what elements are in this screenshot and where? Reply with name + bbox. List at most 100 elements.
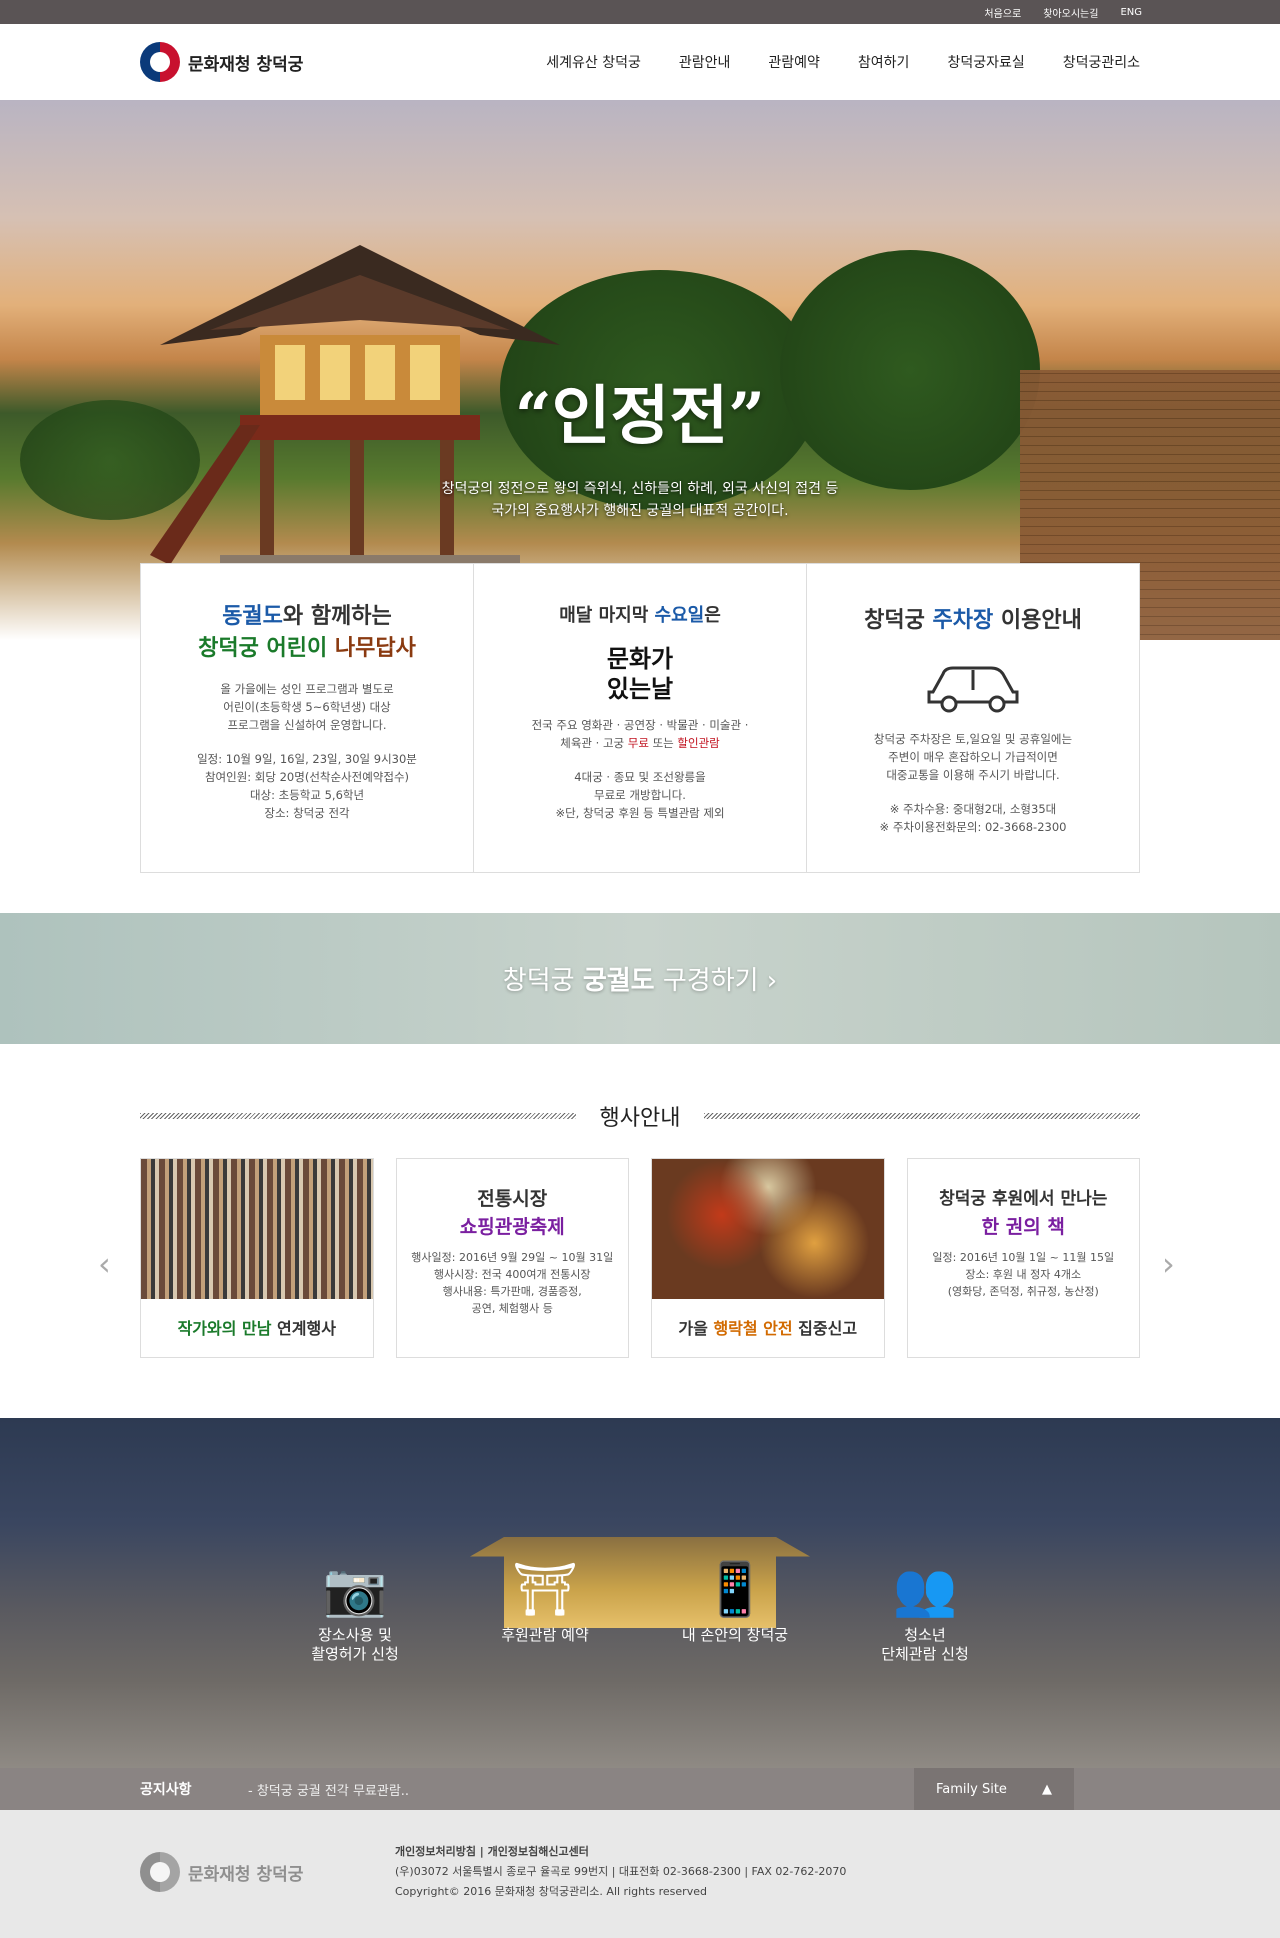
nav-archive[interactable]: 창덕궁자료실 — [947, 52, 1024, 72]
card-title: 매달 마지막 수요일은 — [474, 600, 806, 632]
event-text: 일정: 2016년 10월 1일 ~ 11월 15일장소: 후원 내 정자 4개… — [908, 1249, 1140, 1300]
kids-tour-card[interactable]: 동궐도와 함께하는 창덕궁 어린이 나무답사 올 가을에는 성인 프로그램과 별… — [141, 564, 474, 872]
event-text-line: 일정: 2016년 10월 1일 ~ 11월 15일 — [932, 1251, 1115, 1264]
info-cards: 동궐도와 함께하는 창덕궁 어린이 나무답사 올 가을에는 성인 프로그램과 별… — [140, 563, 1140, 873]
event-text-line: 공연, 체험행사 등 — [471, 1302, 553, 1315]
events-heading: 행사안내 — [140, 1100, 1140, 1132]
card-text: 전국 주요 영화관 · 공연장 · 박물관 · 미술관 · — [531, 718, 749, 732]
card-title-text: 이용안내 — [993, 607, 1082, 633]
event-text: 행사일정: 2016년 9월 29일 ~ 10월 31일행사시장: 전국 400… — [397, 1249, 629, 1317]
quick-label: 내 손안의 창덕궁 — [681, 1626, 789, 1644]
books-image — [141, 1159, 373, 1299]
family-site-select[interactable]: Family Site ▲ — [914, 1768, 1074, 1810]
card-text: 올 가을에는 성인 프로그램과 별도로 — [220, 682, 394, 696]
home-link[interactable]: 처음으로 — [984, 5, 1021, 20]
hero-desc-line1: 창덕궁의 정전으로 왕의 즉위식, 신하들의 하례, 외국 사신의 접견 등 — [441, 481, 839, 497]
card-text-part: 체육관 · 고궁 — [560, 736, 628, 750]
footer-logo: 문화재청 창덕궁 — [140, 1852, 303, 1892]
card-text: 창덕궁 주차장은 토,일요일 및 공휴일에는 — [873, 732, 1073, 746]
site-footer: 문화재청 창덕궁 개인정보처리방침 | 개인정보침해신고센터 (우)03072 … — [0, 1810, 1280, 1938]
hero-description: 창덕궁의 정전으로 왕의 즉위식, 신하들의 하례, 외국 사신의 접견 등 국… — [0, 478, 1280, 522]
events-title: 행사안내 — [599, 1106, 681, 1131]
nav-office[interactable]: 창덕궁관리소 — [1063, 52, 1140, 72]
palace-icon: ⛩ — [511, 1560, 578, 1620]
event-title: 창덕궁 후원에서 만나는 — [939, 1189, 1108, 1209]
quick-group-visit[interactable]: 👥 청소년 단체관람 신청 — [860, 1560, 990, 1664]
event-text-line: 장소: 후원 내 정자 4개소 — [965, 1268, 1082, 1281]
quick-label: 청소년 — [904, 1626, 946, 1644]
parking-card[interactable]: 창덕궁 주차장 이용안내 창덕궁 주차장은 토,일요일 및 공휴일에는 주변이 … — [807, 564, 1139, 872]
event-card[interactable]: 작가와의 만남 연계행사 — [140, 1158, 374, 1358]
banner-text-bold: 궁궐도 — [582, 966, 655, 996]
event-card[interactable]: 창덕궁 후원에서 만나는 한 권의 책 일정: 2016년 10월 1일 ~ 1… — [906, 1158, 1140, 1358]
next-arrow-icon[interactable]: › — [1162, 1245, 1175, 1283]
quick-photo-permit[interactable]: 📷 장소사용 및 촬영허가 신청 — [290, 1560, 420, 1664]
prev-arrow-icon[interactable]: ‹ — [98, 1245, 111, 1283]
taegeuk-logo-icon — [140, 1852, 180, 1892]
site-logo[interactable]: 문화재청 창덕궁 — [140, 42, 303, 82]
english-link[interactable]: ENG — [1120, 7, 1142, 18]
divider — [704, 1113, 1140, 1119]
culture-day-card[interactable]: 매달 마지막 수요일은 문화가 있는날 전국 주요 영화관 · 공연장 · 박물… — [474, 564, 807, 872]
people-icon: 👥 — [892, 1560, 958, 1620]
card-text: 참여인원: 회당 20명(선착순사전예약접수) — [204, 770, 410, 784]
quick-links: 📷 장소사용 및 촬영허가 신청 ⛩ 후원관람 예약 📱 내 손안의 창덕궁 👥 청소년 단… — [0, 1560, 1280, 1664]
event-caption-highlight: 행락철 안전 — [713, 1319, 793, 1338]
site-header: 문화재청 창덕궁 세계유산 창덕궁 관람안내 관람예약 참여하기 창덕궁자료실 … — [0, 24, 1280, 100]
event-card[interactable]: 가을 행락철 안전 집중신고 — [651, 1158, 885, 1358]
nav-world-heritage[interactable]: 세계유산 창덕궁 — [546, 52, 641, 72]
hero-banner: “인정전” 창덕궁의 정전으로 왕의 즉위식, 신하들의 하례, 외국 사신의 … — [0, 100, 1280, 640]
banner-text: 창덕궁 궁궐도 구경하기 › — [503, 960, 777, 997]
footer-links[interactable]: 개인정보처리방침 | 개인정보침해신고센터 — [395, 1842, 846, 1862]
main-nav: 세계유산 창덕궁 관람안내 관람예약 참여하기 창덕궁자료실 창덕궁관리소 — [546, 52, 1140, 72]
event-text-line: 행사일정: 2016년 9월 29일 ~ 10월 31일 — [411, 1251, 614, 1264]
footer-logo-text: 문화재청 창덕궁 — [188, 1864, 304, 1885]
palace-map-banner[interactable]: 창덕궁 궁궐도 구경하기 › — [0, 913, 1280, 1044]
notice-text[interactable]: - 창덕궁 궁궐 전각 무료관람.. — [248, 1780, 914, 1799]
nav-reservation[interactable]: 관람예약 — [768, 52, 820, 72]
event-card[interactable]: 전통시장 쇼핑관광축제 행사일정: 2016년 9월 29일 ~ 10월 31일… — [395, 1158, 629, 1358]
card-text: 무료로 개방합니다. — [594, 788, 686, 802]
quick-label: 장소사용 및 — [318, 1626, 392, 1644]
card-text: 주변이 매우 혼잡하오니 가급적이면 — [888, 750, 1058, 764]
notice-label: 공지사항 — [140, 1782, 192, 1798]
card-text: 대상: 초등학교 5,6학년 — [249, 788, 365, 802]
card-title: 창덕궁 어린이 나무답사 — [141, 632, 473, 664]
hero-title: “인정전” — [514, 379, 766, 454]
caret-up-icon: ▲ — [1042, 1781, 1052, 1797]
footer-address: (우)03072 서울특별시 종로구 율곡로 99번지 | 대표전화 02-36… — [395, 1865, 847, 1878]
card-title-text: 창덕궁 — [864, 607, 933, 633]
logo-text: 문화재청 창덕궁 — [188, 54, 304, 75]
card-note: ※단, 창덕궁 후원 등 특별관람 제외 — [555, 806, 725, 820]
card-title: 동궐도와 함께하는 — [141, 600, 473, 632]
nav-participate[interactable]: 참여하기 — [858, 52, 910, 72]
quick-garden-reservation[interactable]: ⛩ 후원관람 예약 — [480, 1560, 610, 1664]
quick-label: 후원관람 예약 — [501, 1626, 589, 1644]
notice-bar: 공지사항 - 창덕궁 궁궐 전각 무료관람.. Family Site ▲ — [0, 1768, 1280, 1810]
nav-visit-info[interactable]: 관람안내 — [679, 52, 731, 72]
card-text: ※ 주차수용: 중대형2대, 소형35대 — [889, 802, 1057, 816]
divider — [140, 1113, 576, 1119]
leaves-image — [652, 1159, 884, 1299]
directions-link[interactable]: 찾아오시는길 — [1043, 5, 1098, 20]
hero-desc-line2: 국가의 중요행사가 행해진 궁궐의 대표적 공간이다. — [491, 503, 789, 519]
banner-text-part: 구경하기 › — [654, 966, 778, 996]
event-title-highlight: 쇼핑관광축제 — [459, 1216, 565, 1238]
utility-bar: 처음으로 찾아오시는길 ENG — [0, 0, 1280, 24]
card-title-text: 창덕궁 어린이 — [198, 635, 335, 661]
card-title-text: 매달 마지막 — [559, 605, 655, 626]
event-caption-highlight: 작가와의 만남 — [177, 1319, 272, 1338]
card-text: ※ 주차이용전화문의: 02-3668-2300 — [879, 820, 1067, 834]
card-text-part: 또는 — [648, 736, 678, 750]
event-text-line: 행사시장: 전국 400여개 전통시장 — [433, 1268, 591, 1281]
quick-label: 촬영허가 신청 — [311, 1645, 399, 1663]
banner-text-part: 창덕궁 — [502, 966, 583, 996]
event-caption: 가을 행락철 안전 집중신고 — [652, 1299, 884, 1339]
card-text: 체육관 · 고궁 무료 또는 할인관람 — [474, 734, 806, 752]
quick-mobile-app[interactable]: 📱 내 손안의 창덕궁 — [670, 1560, 800, 1664]
event-text-line: (영화당, 존덕정, 취규정, 농산정) — [947, 1285, 1099, 1298]
card-title-highlight: 나무답사 — [334, 635, 416, 661]
card-text-highlight: 할인관람 — [677, 736, 720, 750]
card-text-highlight: 무료 — [627, 736, 649, 750]
card-text: 일정: 10월 9일, 16일, 23일, 30일 9시30분 — [197, 752, 417, 766]
